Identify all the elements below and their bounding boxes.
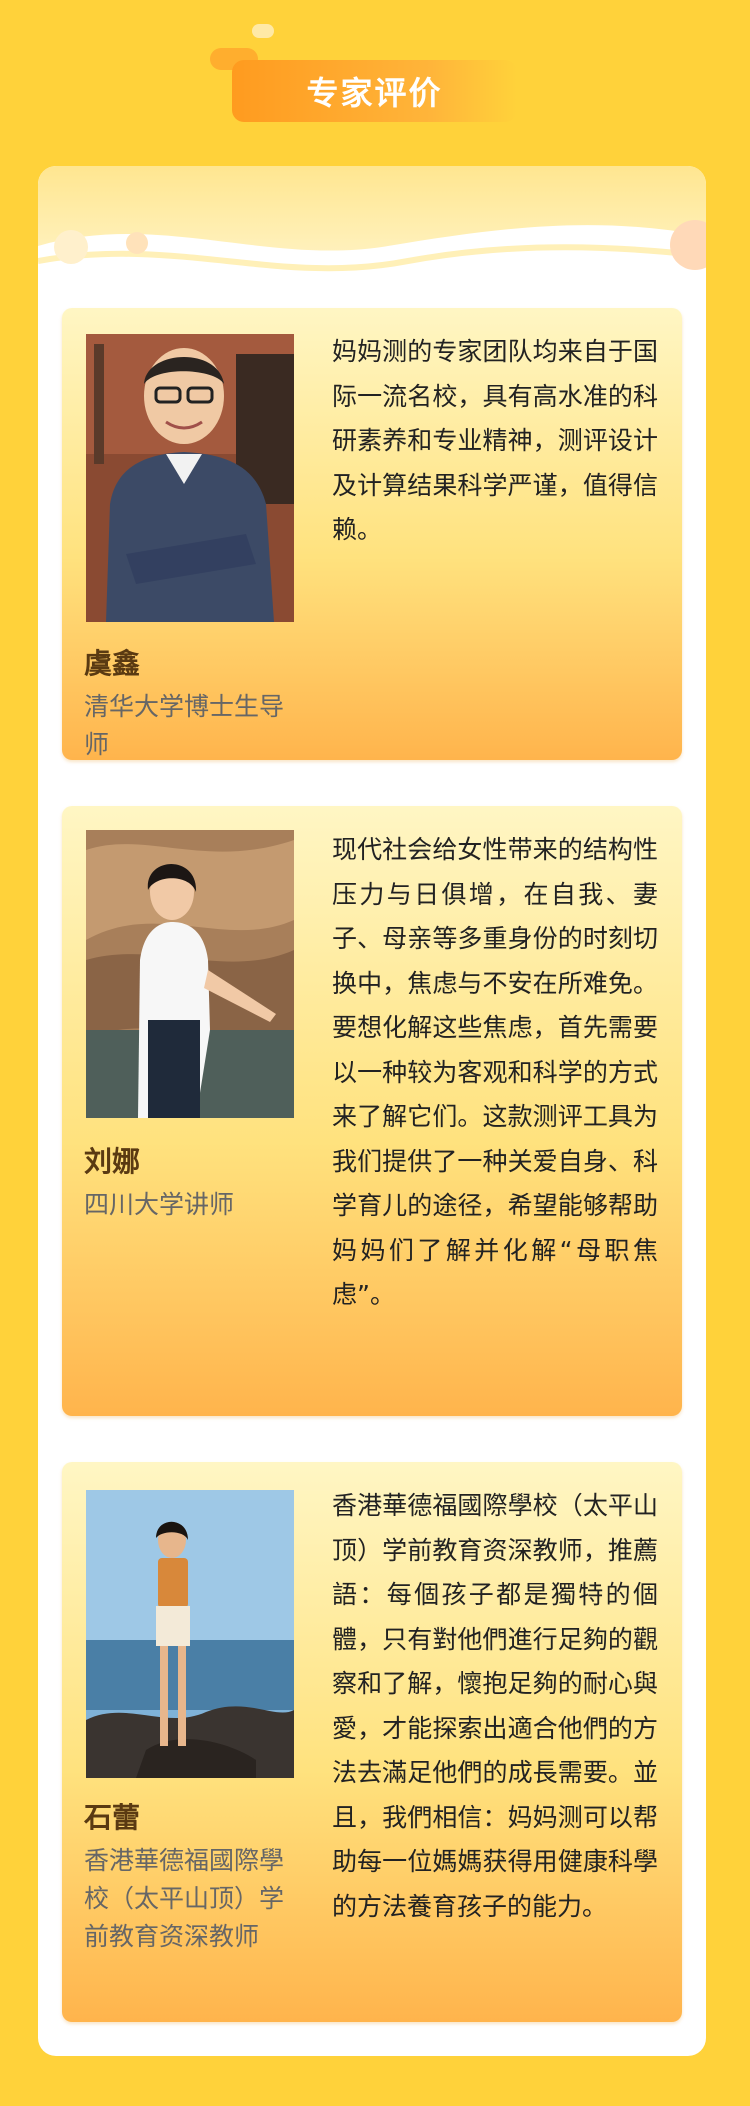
expert-role: 香港華德福國際學校（太平山顶）学前教育资深教师 xyxy=(84,1846,285,1951)
expert-panel: 虞鑫 清华大学博士生导师 妈妈测的专家团队均来自于国际一流名校，具有高水准的科研… xyxy=(38,166,706,2056)
expert-name: 刘娜 xyxy=(84,1145,141,1178)
expert-role: 四川大学讲师 xyxy=(84,1190,235,1219)
expert-photo xyxy=(86,830,294,1118)
expert-photo xyxy=(86,1490,294,1778)
title-decoration-dot xyxy=(252,24,274,38)
expert-name: 虞鑫 xyxy=(84,647,141,680)
expert-card: 刘娜 四川大学讲师 现代社会给女性带来的结构性压力与日俱增，在自我、妻子、母亲等… xyxy=(62,806,682,1416)
section-title: 专家评价 xyxy=(232,60,517,122)
decoration-bubble xyxy=(126,232,148,254)
portrait-image xyxy=(86,334,294,622)
expert-role: 清华大学博士生导师 xyxy=(84,692,285,759)
expert-quote: 香港華德福國際學校（太平山顶）学前教育资深教师，推薦語：每個孩子都是獨特的個體，… xyxy=(332,1491,658,1921)
portrait-image xyxy=(86,1490,294,1778)
expert-photo xyxy=(86,334,294,622)
decoration-bubble xyxy=(54,230,88,264)
expert-name: 石蕾 xyxy=(84,1801,141,1834)
expert-card: 石蕾 香港華德福國際學校（太平山顶）学前教育资深教师 香港華德福國際學校（太平山… xyxy=(62,1462,682,2022)
expert-quote: 妈妈测的专家团队均来自于国际一流名校，具有高水准的科研素养和专业精神，测评设计及… xyxy=(332,337,658,544)
portrait-image xyxy=(86,830,294,1118)
expert-quote: 现代社会给女性带来的结构性压力与日俱增，在自我、妻子、母亲等多重身份的时刻切换中… xyxy=(332,835,658,1309)
section-header: 专家评价 xyxy=(0,0,750,140)
panel-wave-decoration xyxy=(38,225,706,316)
expert-card: 虞鑫 清华大学博士生导师 妈妈测的专家团队均来自于国际一流名校，具有高水准的科研… xyxy=(62,308,682,760)
